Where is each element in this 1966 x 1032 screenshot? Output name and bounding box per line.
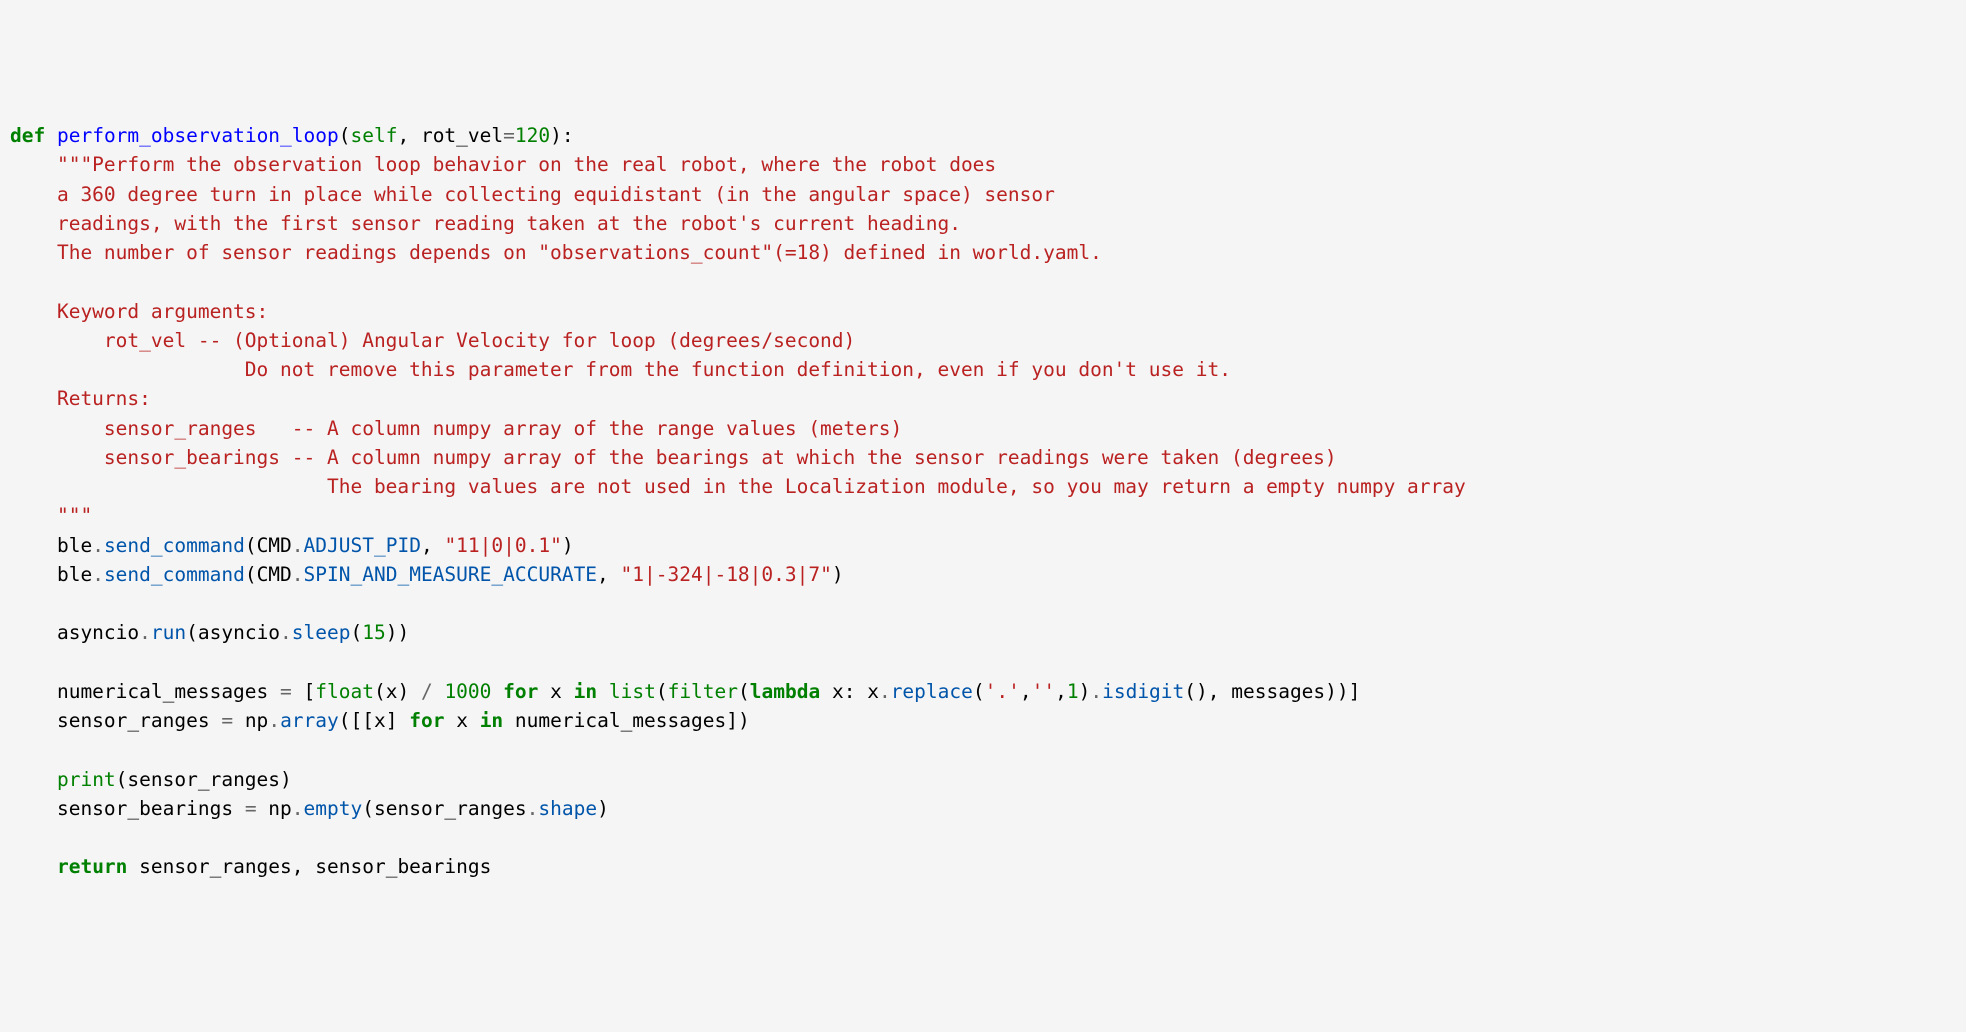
number-literal: 1: [1067, 680, 1079, 703]
builtin-float: float: [315, 680, 374, 703]
string-literal: '.': [985, 680, 1020, 703]
method-replace: replace: [891, 680, 973, 703]
param-default: 120: [515, 124, 550, 147]
line-return: return sensor_ranges, sensor_bearings: [10, 855, 491, 878]
number-literal: 1000: [444, 680, 491, 703]
keyword-in: in: [480, 709, 503, 732]
line-sensor-ranges: sensor_ranges = np.array([[x] for x in n…: [10, 709, 750, 732]
method-send-command: send_command: [104, 563, 245, 586]
line-print: print(sensor_ranges): [10, 768, 292, 791]
keyword-def: def: [10, 124, 45, 147]
number-literal: 15: [362, 621, 385, 644]
string-arg: "11|0|0.1": [444, 534, 561, 557]
builtin-filter: filter: [668, 680, 738, 703]
line-numerical: numerical_messages = [float(x) / 1000 fo…: [10, 680, 1360, 703]
cmd-spin-measure: SPIN_AND_MEASURE_ACCURATE: [304, 563, 598, 586]
keyword-in: in: [574, 680, 597, 703]
line-def: def perform_observation_loop(self, rot_v…: [10, 124, 574, 147]
string-arg: "1|-324|-18|0.3|7": [621, 563, 832, 586]
string-literal: '': [1032, 680, 1055, 703]
method-isdigit: isdigit: [1102, 680, 1184, 703]
line-asyncio: asyncio.run(asyncio.sleep(15)): [10, 621, 409, 644]
docstring: """Perform the observation loop behavior…: [10, 153, 1466, 527]
method-run: run: [151, 621, 186, 644]
line-sensor-bearings: sensor_bearings = np.empty(sensor_ranges…: [10, 797, 609, 820]
keyword-return: return: [57, 855, 127, 878]
self-param: self: [351, 124, 398, 147]
param-name: rot_vel: [421, 124, 503, 147]
code-block: def perform_observation_loop(self, rot_v…: [0, 117, 1966, 886]
keyword-for: for: [503, 680, 538, 703]
method-send-command: send_command: [104, 534, 245, 557]
builtin-list: list: [609, 680, 656, 703]
line-ble2: ble.send_command(CMD.SPIN_AND_MEASURE_AC…: [10, 563, 844, 586]
keyword-for: for: [409, 709, 444, 732]
function-name: perform_observation_loop: [57, 124, 339, 147]
builtin-print: print: [57, 768, 116, 791]
method-array: array: [280, 709, 339, 732]
method-empty: empty: [304, 797, 363, 820]
line-ble1: ble.send_command(CMD.ADJUST_PID, "11|0|0…: [10, 534, 574, 557]
cmd-adjust-pid: ADJUST_PID: [304, 534, 421, 557]
method-sleep: sleep: [292, 621, 351, 644]
keyword-lambda: lambda: [750, 680, 820, 703]
attr-shape: shape: [538, 797, 597, 820]
